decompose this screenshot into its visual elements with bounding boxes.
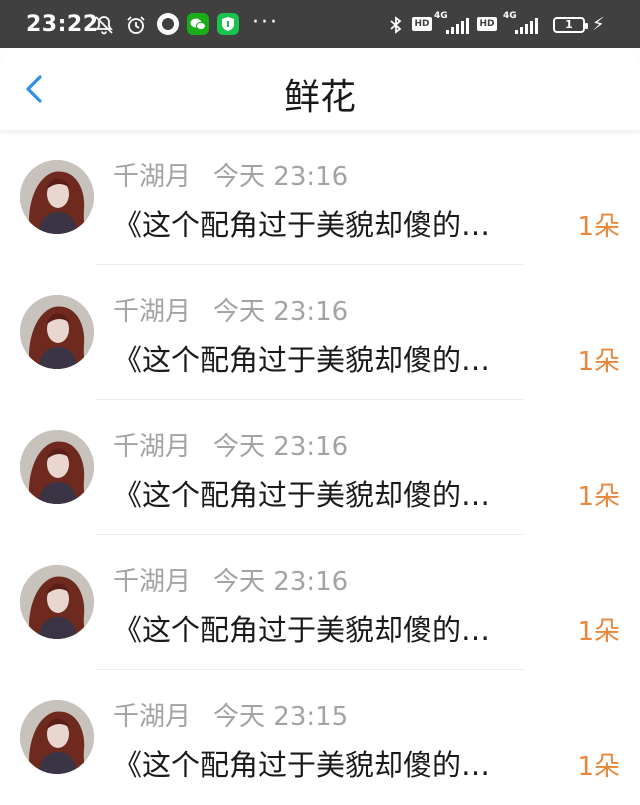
- item-message: 《这个配角过于美貌却傻的…: [113, 208, 491, 242]
- flower-count: 1朵: [577, 752, 620, 782]
- alarm-clock-icon: [127, 16, 145, 34]
- item-message: 《这个配角过于美貌却傻的…: [113, 613, 491, 647]
- item-meta: 千湖月 今天 23:16: [113, 426, 348, 463]
- charging-icon: ⚡: [592, 14, 605, 35]
- item-meta: 千湖月 今天 23:16: [113, 156, 348, 193]
- more-notifications-icon: ···: [252, 10, 279, 35]
- user-name: 千湖月: [113, 162, 192, 192]
- user-name: 千湖月: [113, 567, 192, 597]
- signal-icon-1: [446, 18, 470, 34]
- item-meta: 千湖月 今天 23:16: [113, 561, 348, 598]
- item-time: 今天 23:16: [213, 297, 349, 327]
- flower-record-list: 千湖月 今天 23:16 《这个配角过于美貌却傻的… 1朵 千湖月 今天 23:16…: [0, 130, 640, 805]
- circle-app-icon: [157, 13, 179, 35]
- bluetooth-icon: [390, 16, 402, 34]
- list-item[interactable]: 千湖月 今天 23:16 《这个配角过于美貌却傻的… 1朵: [0, 535, 640, 670]
- flower-count: 1朵: [577, 617, 620, 647]
- hd-badge-2: HD: [477, 17, 497, 31]
- item-time: 今天 23:15: [213, 702, 349, 732]
- item-meta: 千湖月 今天 23:15: [113, 696, 348, 733]
- flower-count: 1朵: [577, 347, 620, 377]
- list-item[interactable]: 千湖月 今天 23:16 《这个配角过于美貌却傻的… 1朵: [0, 400, 640, 535]
- list-item[interactable]: 千湖月 今天 23:16 《这个配角过于美貌却傻的… 1朵: [0, 265, 640, 400]
- item-time: 今天 23:16: [213, 567, 349, 597]
- battery-icon: 1: [553, 17, 588, 33]
- hd-badge-1: HD: [412, 17, 432, 31]
- flower-count: 1朵: [577, 482, 620, 512]
- item-message: 《这个配角过于美貌却傻的…: [113, 343, 491, 377]
- flower-count: 1朵: [577, 212, 620, 242]
- signal-icon-2: [515, 18, 539, 34]
- item-time: 今天 23:16: [213, 162, 349, 192]
- wechat-icon: [187, 13, 209, 35]
- shield-app-icon: [217, 13, 239, 35]
- page-title: 鲜花: [283, 77, 356, 118]
- battery-level: 1: [565, 18, 573, 31]
- bell-off-icon: [95, 16, 113, 35]
- avatar[interactable]: [20, 700, 94, 774]
- item-meta: 千湖月 今天 23:16: [113, 291, 348, 328]
- item-message: 《这个配角过于美貌却傻的…: [113, 748, 491, 782]
- list-item[interactable]: 千湖月 今天 23:15 《这个配角过于美貌却傻的… 1朵: [0, 670, 640, 805]
- item-message: 《这个配角过于美貌却傻的…: [113, 478, 491, 512]
- avatar[interactable]: [20, 565, 94, 639]
- avatar[interactable]: [20, 430, 94, 504]
- user-name: 千湖月: [113, 297, 192, 327]
- page-header: 鲜花: [0, 48, 640, 131]
- item-time: 今天 23:16: [213, 432, 349, 462]
- status-time: 23:22: [26, 12, 99, 37]
- avatar[interactable]: [20, 160, 94, 234]
- user-name: 千湖月: [113, 702, 192, 732]
- avatar[interactable]: [20, 295, 94, 369]
- user-name: 千湖月: [113, 432, 192, 462]
- status-bar: 23:22 ··· HD 4G HD 4G 1 ⚡: [0, 0, 640, 48]
- list-item[interactable]: 千湖月 今天 23:16 《这个配角过于美貌却傻的… 1朵: [0, 130, 640, 265]
